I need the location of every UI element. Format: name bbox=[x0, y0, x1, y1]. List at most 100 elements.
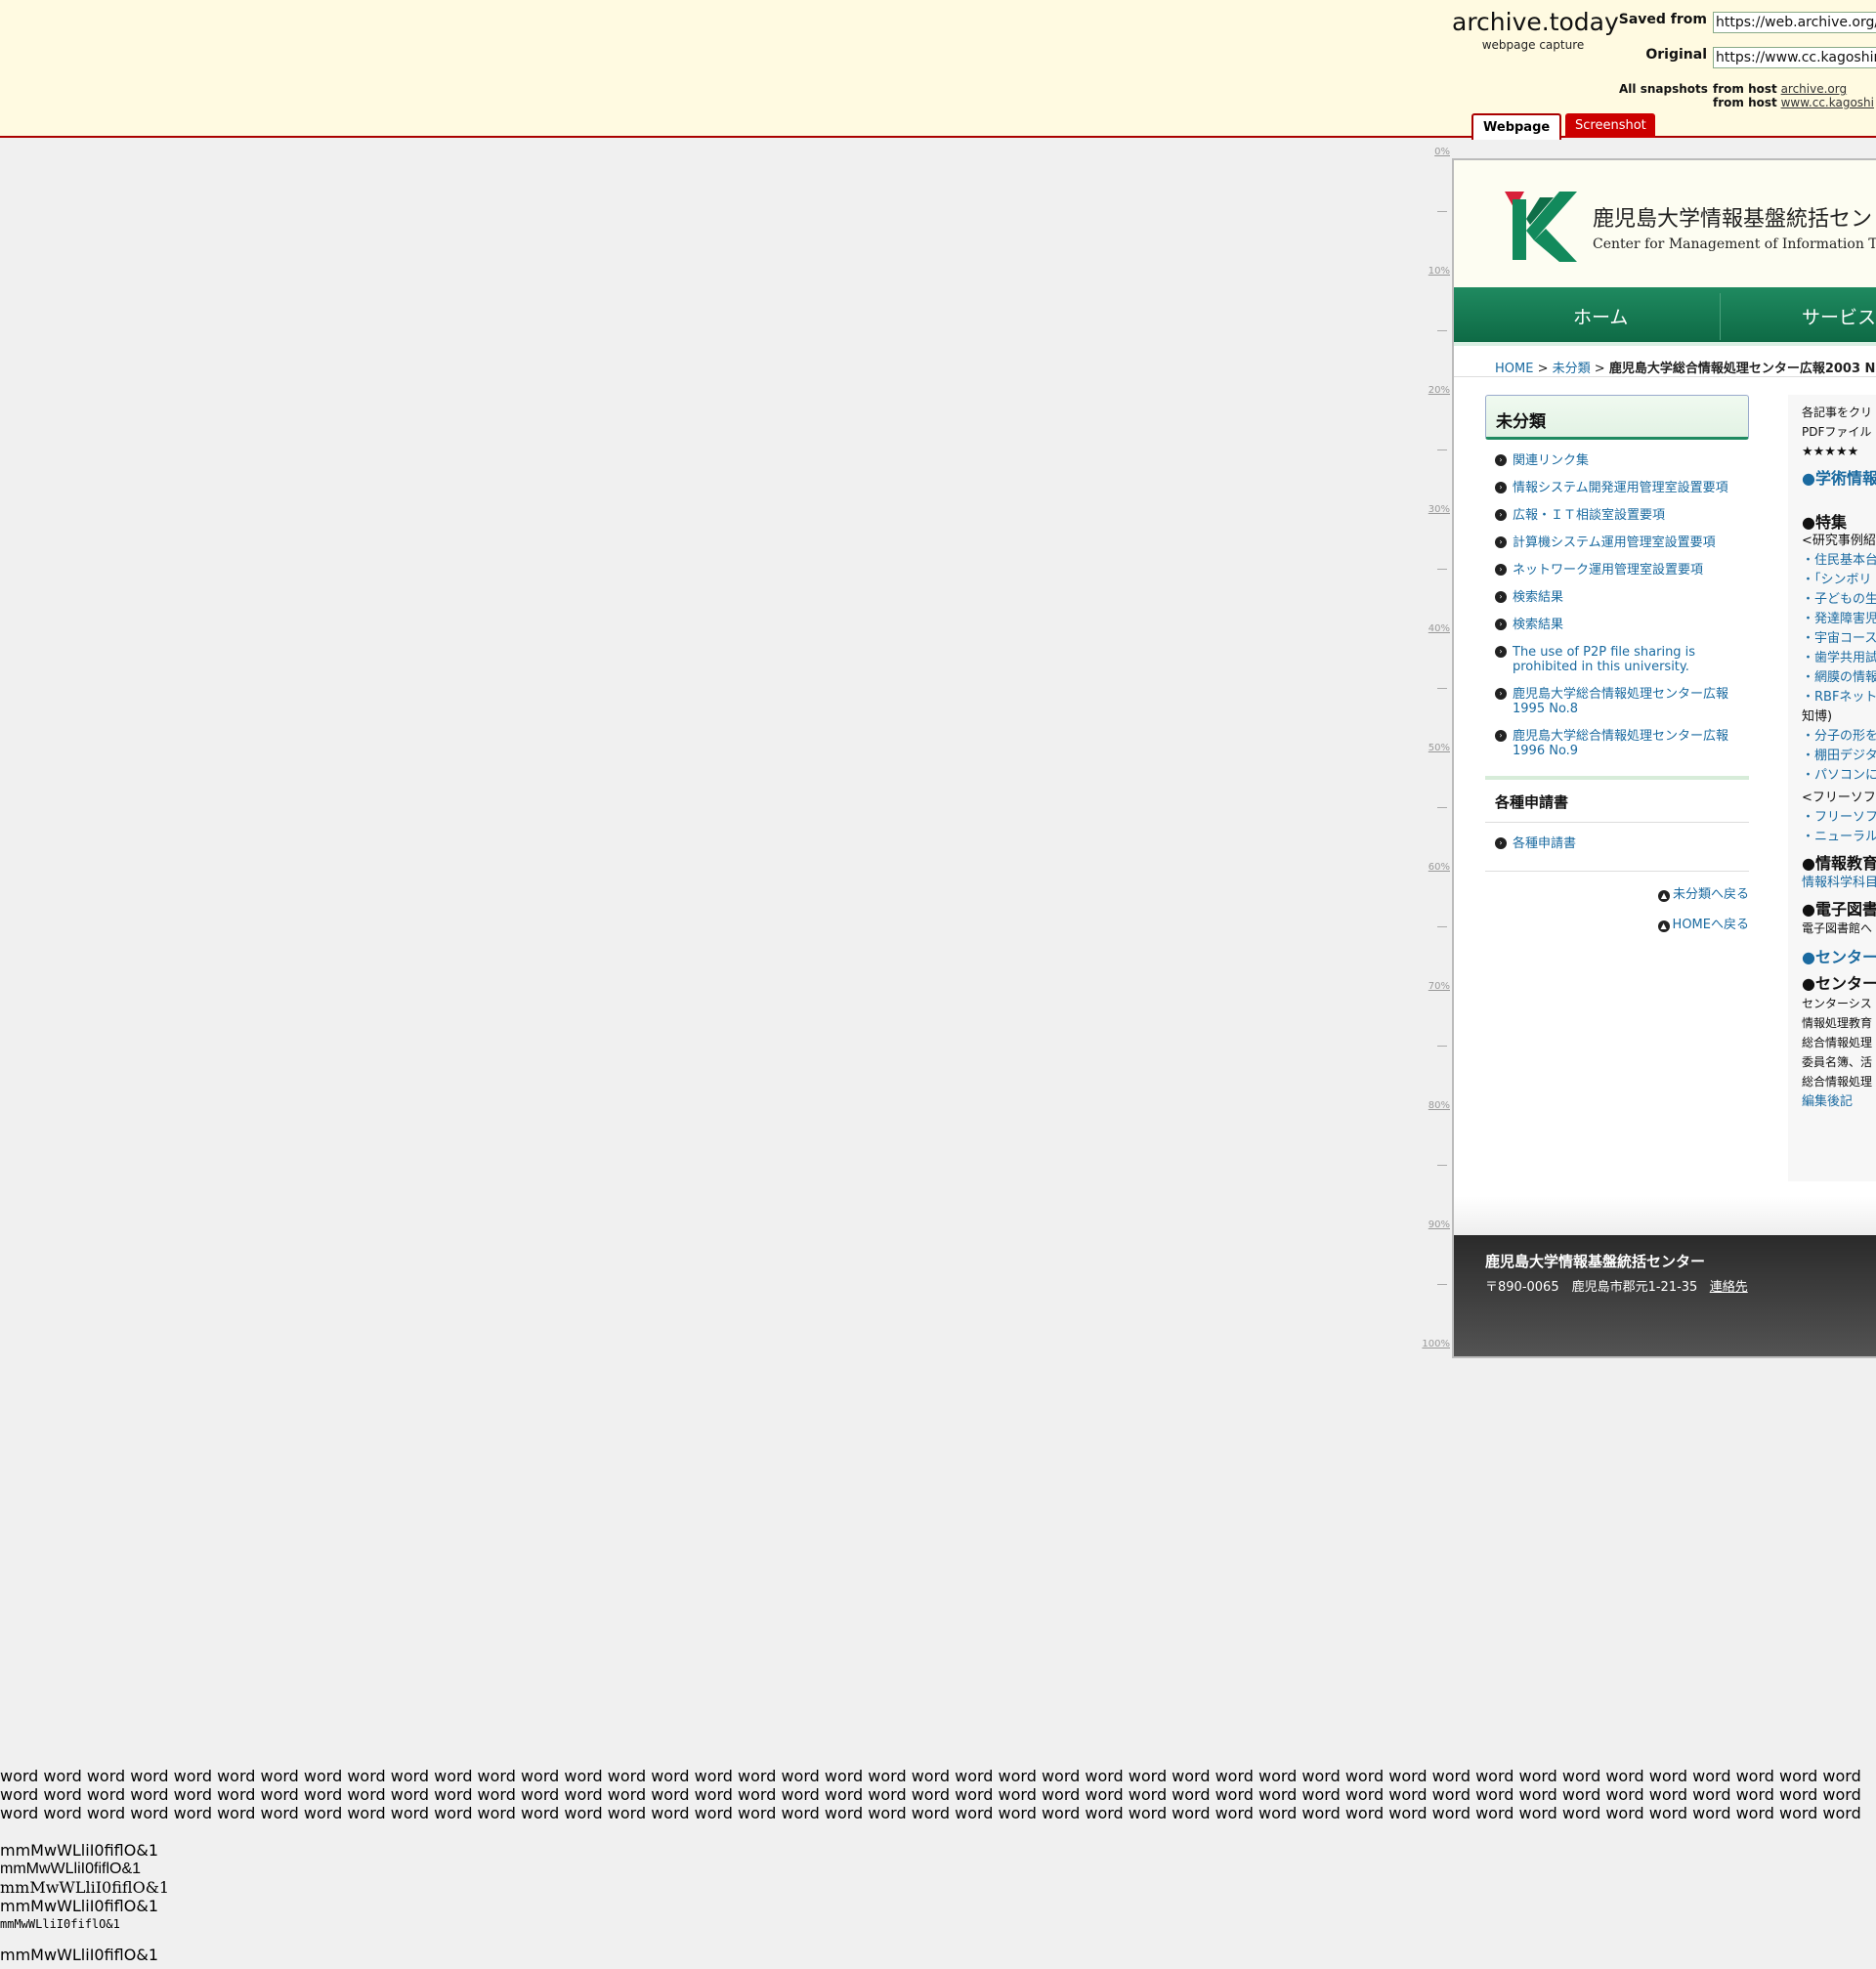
archive-title[interactable]: archive.today bbox=[1452, 8, 1619, 36]
scale-mark[interactable]: 50% bbox=[1428, 743, 1450, 753]
main-line[interactable]: ・分子の形を bbox=[1802, 728, 1876, 745]
main-line[interactable]: ・「シンボリ bbox=[1802, 572, 1876, 588]
scale-mark[interactable]: 0% bbox=[1434, 147, 1450, 157]
host-link-original[interactable]: www.cc.kagoshi bbox=[1781, 96, 1874, 109]
chevron-right-icon: › bbox=[1495, 688, 1507, 700]
saved-from-url-field[interactable]: https://web.archive.org/w bbox=[1713, 12, 1876, 33]
scale-mark[interactable]: 20% bbox=[1428, 385, 1450, 396]
sidebar-item-label[interactable]: 広報・ＩＴ相談室設置要項 bbox=[1513, 508, 1665, 523]
chevron-right-icon: › bbox=[1495, 509, 1507, 521]
sidebar-item[interactable]: › 鹿児島大学総合情報処理センター広報 1995 No.8 bbox=[1485, 687, 1749, 716]
university-logo-icon[interactable] bbox=[1505, 192, 1577, 262]
original-label: Original bbox=[1645, 47, 1707, 63]
sidebar-item[interactable]: › 検索結果 bbox=[1485, 590, 1749, 605]
archive-brand[interactable]: archive.today webpage capture bbox=[1452, 8, 1619, 52]
scale-mark[interactable]: 10% bbox=[1428, 266, 1450, 277]
sidebar-item[interactable]: › ネットワーク運用管理室設置要項 bbox=[1485, 563, 1749, 578]
all-snapshots-label: All snapshots bbox=[1619, 82, 1708, 96]
main-line: <研究事例紹 bbox=[1802, 534, 1876, 548]
sidebar-item[interactable]: › 広報・ＩＴ相談室設置要項 bbox=[1485, 508, 1749, 523]
breadcrumb-sep: > bbox=[1537, 362, 1549, 376]
sidebar-item-label[interactable]: 計算機システム運用管理室設置要項 bbox=[1513, 535, 1716, 550]
nav-service[interactable]: サービス bbox=[1802, 303, 1876, 329]
nav-divider bbox=[1720, 293, 1721, 340]
tab-webpage[interactable]: Webpage bbox=[1471, 113, 1562, 140]
main-line[interactable]: ・住民基本台 bbox=[1802, 552, 1876, 569]
chevron-right-icon: › bbox=[1495, 454, 1507, 466]
main-line[interactable]: ・発達障害児 bbox=[1802, 611, 1876, 627]
sidebar-item-label[interactable]: 情報システム開発運用管理室設置要項 bbox=[1513, 481, 1728, 495]
back-to-home-link[interactable]: ▲ HOMEへ戻る bbox=[1485, 914, 1749, 932]
main-line[interactable]: ・網膜の情報 bbox=[1802, 669, 1876, 686]
main-line[interactable]: ●学術情報 bbox=[1802, 470, 1876, 487]
main-line[interactable]: ・棚田デジタ bbox=[1802, 748, 1876, 764]
main-line[interactable]: ・RBFネット bbox=[1802, 689, 1876, 706]
site-title[interactable]: 鹿児島大学情報基盤統括セン bbox=[1593, 201, 1872, 233]
sidebar-item[interactable]: › 計算機システム運用管理室設置要項 bbox=[1485, 535, 1749, 550]
scale-tick bbox=[1437, 1284, 1447, 1285]
sidebar-forms-item-label[interactable]: 各種申請書 bbox=[1513, 836, 1576, 851]
sidebar-item-label[interactable]: 関連リンク集 bbox=[1513, 453, 1589, 468]
main-line[interactable]: 編集後記 bbox=[1802, 1093, 1876, 1110]
main-line: ●特集 bbox=[1802, 513, 1847, 532]
scale-mark[interactable]: 40% bbox=[1428, 623, 1450, 634]
scale-tick bbox=[1437, 688, 1447, 689]
sidebar-item[interactable]: › 関連リンク集 bbox=[1485, 453, 1749, 468]
glyph-test-mono: mmMwWLliI0fiflO&1 bbox=[0, 1917, 120, 1931]
main-line[interactable]: ・歯学共用試 bbox=[1802, 650, 1876, 666]
sidebar-list-forms: › 各種申請書 bbox=[1485, 836, 1749, 851]
scale-mark[interactable]: 80% bbox=[1428, 1100, 1450, 1111]
sidebar-item-label[interactable]: 検索結果 bbox=[1513, 618, 1563, 632]
sidebar-item[interactable]: › 鹿児島大学総合情報処理センター広報 1996 No.9 bbox=[1485, 729, 1749, 758]
main-line[interactable]: ・宇宙コース bbox=[1802, 630, 1876, 647]
main-line[interactable]: ・ニューラル bbox=[1802, 829, 1876, 845]
scale-mark[interactable]: 30% bbox=[1428, 504, 1450, 515]
footer-band bbox=[1454, 1196, 1876, 1235]
main-line[interactable]: ●センター bbox=[1802, 949, 1876, 965]
main-line: ●電子図書 bbox=[1802, 900, 1876, 919]
archive-header: archive.today webpage capture Saved from… bbox=[0, 0, 1876, 140]
sidebar-heading: 未分類 bbox=[1485, 395, 1749, 440]
scale-mark[interactable]: 70% bbox=[1428, 981, 1450, 992]
scale-mark[interactable]: 100% bbox=[1422, 1339, 1450, 1349]
sidebar-item[interactable]: › 情報システム開発運用管理室設置要項 bbox=[1485, 481, 1749, 495]
main-line[interactable]: ・フリーソフ bbox=[1802, 809, 1876, 826]
breadcrumb-home[interactable]: HOME bbox=[1495, 362, 1533, 376]
back-to-home-label[interactable]: HOMEへ戻る bbox=[1673, 918, 1749, 932]
main-line: 各記事をクリ bbox=[1802, 406, 1873, 419]
host-link-archive[interactable]: archive.org bbox=[1781, 82, 1848, 96]
sidebar-item-label[interactable]: The use of P2P file sharing is prohibite… bbox=[1513, 645, 1695, 674]
breadcrumb-category[interactable]: 未分類 bbox=[1553, 362, 1591, 376]
main-line[interactable]: ・パソコンに bbox=[1802, 767, 1876, 784]
sidebar-item[interactable]: › The use of P2P file sharing is prohibit… bbox=[1485, 645, 1749, 674]
sidebar-item-label[interactable]: 鹿児島大学総合情報処理センター広報 1995 No.8 bbox=[1513, 687, 1728, 716]
main-line: PDFファイル bbox=[1802, 425, 1872, 439]
main-line[interactable]: ・子どもの生 bbox=[1802, 591, 1876, 608]
tab-screenshot[interactable]: Screenshot bbox=[1565, 113, 1655, 138]
scale-tick bbox=[1437, 569, 1447, 570]
footer-contact-link[interactable]: 連絡先 bbox=[1710, 1280, 1748, 1295]
chevron-right-icon: › bbox=[1495, 482, 1507, 493]
main-line: <フリーソフ bbox=[1802, 791, 1876, 805]
sidebar-item-label[interactable]: 鹿児島大学総合情報処理センター広報 1996 No.9 bbox=[1513, 729, 1728, 758]
footer-address-text: 〒890-0065 鹿児島市郡元1-21-35 bbox=[1485, 1280, 1698, 1295]
scale-mark[interactable]: 90% bbox=[1428, 1220, 1450, 1230]
main-line[interactable]: 情報科学科目 bbox=[1802, 875, 1876, 891]
main-line: 総合情報処理 bbox=[1802, 1036, 1873, 1049]
scale-mark[interactable]: 60% bbox=[1428, 862, 1450, 873]
site-footer: 鹿児島大学情報基盤統括センター 〒890-0065 鹿児島市郡元1-21-35 … bbox=[1454, 1235, 1876, 1356]
sidebar-item[interactable]: › 検索結果 bbox=[1485, 618, 1749, 632]
original-url-field[interactable]: https://www.cc.kagoshim bbox=[1713, 47, 1876, 68]
main-line: 総合情報処理 bbox=[1802, 1075, 1873, 1089]
back-to-category-label[interactable]: 未分類へ戻る bbox=[1673, 887, 1749, 902]
archive-subtitle: webpage capture bbox=[1481, 38, 1585, 52]
main-line: 電子図書館へ bbox=[1802, 921, 1873, 935]
sidebar-item-label[interactable]: 検索結果 bbox=[1513, 590, 1563, 605]
back-to-category-link[interactable]: ▲ 未分類へ戻る bbox=[1485, 883, 1749, 902]
scale-tick bbox=[1437, 449, 1447, 450]
sidebar-item-label[interactable]: ネットワーク運用管理室設置要項 bbox=[1513, 563, 1703, 578]
chevron-right-icon: › bbox=[1495, 536, 1507, 548]
glyph-test-sans-2: mmMwWLliI0fiflO&1 bbox=[0, 1897, 158, 1915]
sidebar-forms-item[interactable]: › 各種申請書 bbox=[1485, 836, 1749, 851]
nav-home[interactable]: ホーム bbox=[1573, 303, 1628, 329]
